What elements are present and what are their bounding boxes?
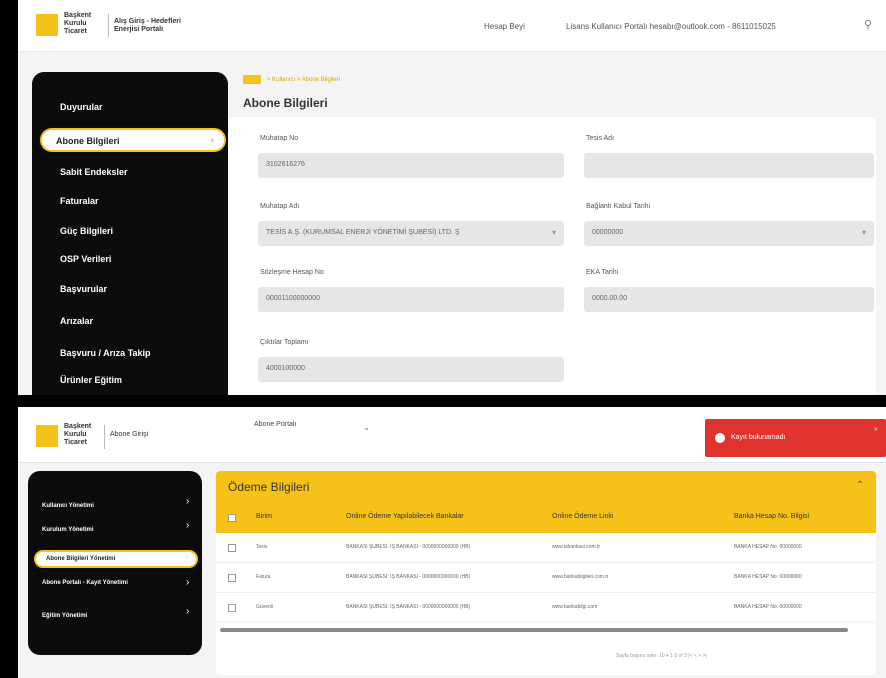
user-name: Hesap Beyi	[484, 22, 525, 31]
horizontal-scrollbar[interactable]	[220, 628, 848, 632]
sidebar-item-arizalar[interactable]: Arızalar	[60, 316, 93, 326]
input-tesis-adi[interactable]	[584, 153, 874, 178]
sidebar-item-basvuru-takip[interactable]: Başvuru / Arıza Takip	[60, 348, 151, 358]
cell-birim: Güvenli	[256, 604, 273, 610]
odeme-bilgileri-panel: Başkent Kurulu Ticaret Abone Girişi Abon…	[18, 407, 886, 678]
table-row[interactable]: Güvenli BANKASI ŞUBESİ: İŞ BANKASI - 000…	[216, 593, 876, 623]
form-card: Muhatap No 3102616276 Tesis Adı Muhatap …	[228, 117, 876, 395]
input-muhatap-no[interactable]: 3102616276	[258, 153, 564, 178]
sidebar-item-label: Abone Bilgileri	[56, 136, 120, 146]
sidebar: Duyurular Abone Bilgileri › Sabit Endeks…	[32, 72, 228, 395]
sidebar-item-duyurular[interactable]: Duyurular	[60, 102, 103, 112]
user-icon[interactable]: ⚲	[864, 18, 874, 32]
logo-text-2: Başkent Kurulu Ticaret	[64, 423, 92, 446]
portal-select[interactable]: Abone Portalı ⌄	[254, 421, 374, 439]
error-icon	[715, 433, 725, 443]
close-icon[interactable]: ×	[873, 425, 878, 434]
select-all-checkbox[interactable]	[228, 514, 236, 522]
home-icon[interactable]	[243, 75, 261, 84]
collapse-icon[interactable]: ⌃	[856, 480, 864, 491]
label-baglanti-tarihi: Bağlantı Kabul Tarihi	[586, 203, 651, 210]
sidebar-item-faturalar[interactable]: Faturalar	[60, 196, 99, 206]
toast-message: Kayıt bulunamadı	[731, 434, 786, 441]
error-toast: Kayıt bulunamadı ×	[705, 419, 886, 457]
chevron-down-icon: ⌄	[363, 423, 370, 432]
logo-divider-2	[104, 425, 105, 449]
portal-select-value: Abone Portalı	[254, 421, 297, 428]
chevron-right-icon: ›	[210, 135, 214, 146]
row-checkbox[interactable]	[228, 604, 236, 612]
input-eka-tarihi[interactable]: 0000.00.00	[584, 287, 874, 312]
breadcrumb-path: > Kullanıcı > Abone Bilgileri	[267, 77, 341, 84]
sidebar-item-osp-verileri[interactable]: OSP Verileri	[60, 254, 111, 264]
sidebar-item-sabit-endeksler[interactable]: Sabit Endeksler	[60, 167, 128, 177]
col-hesap-no[interactable]: Banka Hesap No. Bilgisi	[734, 513, 809, 520]
table-title: Ödeme Bilgileri	[228, 480, 310, 494]
label-sozlesme-hesap-no: Sözleşme Hesap No	[260, 269, 324, 276]
sidebar-item-basvurular[interactable]: Başvurular	[60, 284, 107, 294]
chevron-right-icon: ›	[185, 554, 188, 561]
cell-bankalar: BANKASI ŞUBESİ: İŞ BANKASI - 00000000000…	[346, 574, 471, 580]
label-muhatap-adi: Muhatap Adı	[260, 203, 300, 210]
input-muhatap-adi[interactable]: TESİS A.Ş. (KURUMSAL ENERJİ YÖNETİMİ ŞUB…	[258, 221, 564, 246]
chevron-right-icon: ›	[186, 606, 190, 617]
top-bar: Başkent Kurulu Ticaret Alış Giriş - Hede…	[18, 0, 886, 52]
sidebar-item-label: Abone Bilgileri Yönetimi	[46, 556, 116, 562]
cell-hesap-no: BANKA HESAP No: 00000000	[734, 574, 802, 580]
user-info: Lisans Kullanıcı Portalı hesabı@outlook.…	[566, 22, 776, 31]
logo-subtitle: Alış Giriş - Hedefleri Enerjisi Portalı	[114, 18, 181, 33]
table-header: Ödeme Bilgileri ⌃	[216, 471, 876, 503]
table-row[interactable]: Fatura BANKASI ŞUBESİ: İŞ BANKASI - 0000…	[216, 563, 876, 593]
logo-divider	[108, 14, 109, 38]
pagination[interactable]: Sayfa başına satır: 10 ▾ 1-3 of 3 |< < >…	[616, 653, 707, 659]
sidebar-item-urunler-egitim[interactable]: Ürünler Eğitim	[60, 375, 122, 385]
cell-hesap-no: BANKA HESAP No: 00000000	[734, 544, 802, 550]
col-birim[interactable]: Birim	[256, 513, 272, 520]
chevron-right-icon: ›	[186, 520, 190, 531]
sidebar-item-egitim-yonetimi[interactable]: Eğitim Yönetimi	[42, 612, 87, 620]
sidebar-item-abone-bilgileri[interactable]: Abone Bilgileri ›	[40, 128, 226, 152]
column-header-row: Birim Online Ödeme Yapılabilecek Bankala…	[216, 503, 876, 533]
input-baglanti-tarihi-value: 00000000	[592, 229, 624, 236]
breadcrumb[interactable]: > Kullanıcı > Abone Bilgileri	[243, 75, 340, 87]
col-bankalar[interactable]: Online Ödeme Yapılabilecek Bankalar	[346, 513, 464, 520]
label-tesis-adi: Tesis Adı	[586, 135, 615, 142]
logo-subtitle-2: Abone Girişi	[110, 431, 149, 438]
payment-table-card: Ödeme Bilgileri ⌃ Birim Online Ödeme Yap…	[216, 471, 876, 675]
company-logo-2[interactable]	[36, 425, 58, 447]
cell-birim: Tesis	[256, 544, 268, 550]
chevron-right-icon: ›	[186, 577, 190, 588]
sidebar-item-kurulum-yonetimi[interactable]: Kurulum Yönetimi	[42, 526, 94, 534]
label-muhatap-no: Muhatap No	[260, 135, 299, 142]
sidebar-item-guc-bilgileri[interactable]: Güç Bilgileri	[60, 226, 113, 236]
cell-bankalar: BANKASI ŞUBESİ: İŞ BANKASI - 00000000000…	[346, 604, 471, 610]
col-odeme-linki[interactable]: Online Ödeme Linki	[552, 513, 613, 520]
abone-bilgileri-panel: Başkent Kurulu Ticaret Alış Giriş - Hede…	[18, 0, 886, 395]
row-checkbox[interactable]	[228, 574, 236, 582]
cell-hesap-no: BANKA HESAP No: 00000000	[734, 604, 802, 610]
page-title: Abone Bilgileri	[243, 96, 328, 110]
cell-odeme-linki[interactable]: www.bankabilgileri.com.tr	[552, 574, 608, 580]
chevron-down-icon: ▾	[551, 228, 556, 237]
table-row[interactable]: Tesis BANKASI ŞUBESİ: İŞ BANKASI - 00000…	[216, 533, 876, 563]
logo-text: Başkent Kurulu Ticaret	[64, 12, 92, 35]
sidebar-2: Kullanıcı Yönetimi › Kurulum Yönetimi › …	[28, 471, 202, 655]
row-checkbox[interactable]	[228, 544, 236, 552]
chevron-down-icon: ▾	[861, 228, 866, 237]
input-ciktilar-toplami[interactable]: 4000100000	[258, 357, 564, 382]
sidebar-item-kayit-yonetimi[interactable]: Abone Portalı - Kayıt Yönetimi	[42, 579, 162, 587]
input-muhatap-adi-value: TESİS A.Ş. (KURUMSAL ENERJİ YÖNETİMİ ŞUB…	[266, 229, 460, 236]
input-baglanti-tarihi[interactable]: 00000000 ▾	[584, 221, 874, 246]
sidebar-item-abone-bilgileri-yonetimi[interactable]: Abone Bilgileri Yönetimi ›	[34, 550, 198, 568]
sidebar-item-kullanici-yonetimi[interactable]: Kullanıcı Yönetimi	[42, 502, 94, 510]
label-ciktilar-toplami: Çıktılar Toplamı	[260, 339, 309, 346]
cell-birim: Fatura	[256, 574, 271, 580]
cell-bankalar: BANKASI ŞUBESİ: İŞ BANKASI - 00000000000…	[346, 544, 471, 550]
chevron-right-icon: ›	[186, 496, 190, 507]
cell-odeme-linki[interactable]: www.bankabilgi.com	[552, 604, 597, 610]
input-sozlesme-hesap-no[interactable]: 00001100000000	[258, 287, 564, 312]
cell-odeme-linki[interactable]: www.isbankasi.com.tr	[552, 544, 600, 550]
company-logo[interactable]	[36, 14, 58, 36]
label-eka-tarihi: EKA Tarihi	[586, 269, 619, 276]
